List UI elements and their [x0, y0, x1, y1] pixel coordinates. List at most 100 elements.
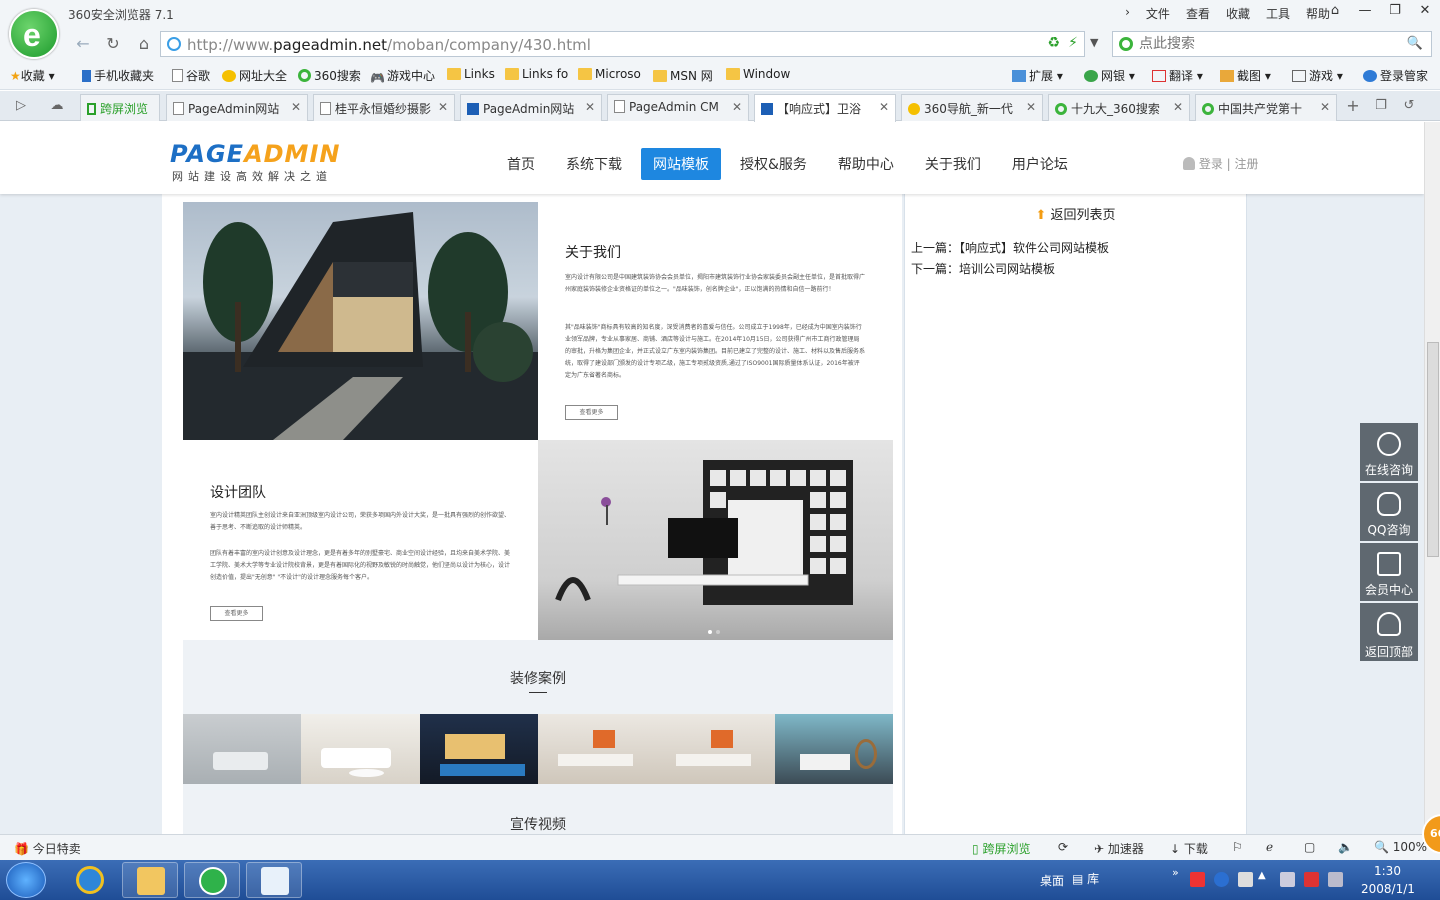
member-center-button[interactable]: 会员中心 — [1360, 543, 1418, 601]
tab-360-nav[interactable]: 360导航_新一代 ✕ — [901, 94, 1043, 121]
skin-icon[interactable]: ⌂ — [1320, 0, 1350, 22]
bookmark-links[interactable]: Links — [447, 67, 495, 81]
ie-mode-icon[interactable]: ⟳ — [1058, 840, 1068, 854]
tab-360-search[interactable]: 十九大_360搜索 ✕ — [1048, 94, 1190, 121]
network-icon[interactable] — [1304, 872, 1319, 887]
previous-post-link[interactable]: 上一篇：【响应式】软件公司网站模板 — [911, 239, 1109, 256]
tab-close-icon[interactable]: ✕ — [1173, 100, 1183, 114]
nav-templates[interactable]: 网站模板 — [641, 148, 721, 180]
sogou-icon[interactable] — [1190, 872, 1205, 887]
site-logo[interactable]: PAGEADMIN — [170, 140, 340, 168]
nav-about[interactable]: 关于我们 — [913, 148, 993, 180]
chevron-down-icon[interactable]: ▼ — [1090, 36, 1098, 49]
zoom-level[interactable]: 🔍 100% — [1374, 840, 1427, 854]
help-icon[interactable] — [1214, 872, 1229, 887]
cloud-icon[interactable]: ☁ — [46, 95, 68, 117]
bookmark-favorites[interactable]: ★收藏 ▾ — [10, 67, 55, 84]
new-tab-icon[interactable]: + — [1342, 95, 1364, 117]
back-to-top-button[interactable]: 返回顶部 — [1360, 603, 1418, 661]
menu-favorites[interactable]: 收藏 — [1226, 5, 1250, 22]
tab-close-icon[interactable]: ✕ — [1320, 100, 1330, 114]
tab-pageadmin-cms[interactable]: PageAdmin CM ✕ — [607, 94, 749, 121]
taskbar-feather-app[interactable] — [246, 862, 302, 898]
daily-deals-link[interactable]: 🎁 今日特卖 — [14, 840, 81, 857]
tray-library[interactable]: ▤ 库 — [1072, 870, 1099, 887]
bookmark-links-fo[interactable]: Links fo — [505, 67, 568, 81]
bookmark-hao[interactable]: 网址大全 — [222, 67, 287, 84]
tab-pageadmin-2[interactable]: PageAdmin网站 ✕ — [460, 94, 602, 121]
scrollbar-thumb[interactable] — [1427, 342, 1439, 557]
menu-view[interactable]: 查看 — [1186, 5, 1210, 22]
tab-cpc[interactable]: 中国共产党第十 ✕ — [1195, 94, 1337, 121]
bookmark-google[interactable]: 谷歌 — [172, 67, 210, 84]
ie-icon[interactable]: ℯ — [1266, 840, 1273, 854]
cross-screen-status[interactable]: ▯ 跨屏浏览 — [972, 840, 1030, 857]
magnifier-icon[interactable]: 🔍 — [1407, 36, 1423, 51]
flag-tray-icon[interactable] — [1280, 872, 1295, 887]
lightning-icon[interactable]: ⚡ — [1068, 35, 1078, 51]
tab-pageadmin-1[interactable]: PageAdmin网站 ✕ — [166, 94, 308, 121]
address-bar[interactable]: http://www.pageadmin.net/moban/company/4… — [160, 31, 1085, 57]
flag-icon[interactable]: ⚐ — [1232, 840, 1243, 854]
maximize-icon[interactable]: ❐ — [1380, 0, 1410, 22]
clock-time[interactable]: 1:30 — [1374, 864, 1401, 878]
tab-close-icon[interactable]: ✕ — [879, 100, 889, 114]
menu-arrow-icon[interactable]: › — [1125, 5, 1130, 22]
toolbar-screenshot[interactable]: 截图 ▾ — [1220, 67, 1271, 84]
nav-license[interactable]: 授权&服务 — [728, 148, 819, 180]
nav-download[interactable]: 系统下载 — [554, 148, 634, 180]
refresh-icon[interactable]: ↻ — [102, 33, 124, 55]
vertical-scrollbar[interactable] — [1424, 122, 1440, 834]
bookmark-window[interactable]: Window — [726, 67, 790, 81]
taskbar-explorer[interactable] — [122, 862, 178, 898]
bookmark-game-center[interactable]: 🎮 游戏中心 — [370, 67, 435, 85]
toolbar-login-manager[interactable]: 登录管家 — [1363, 67, 1428, 84]
qq-consult-button[interactable]: QQ咨询 — [1360, 483, 1418, 541]
search-input[interactable] — [1139, 35, 1399, 53]
tab-close-icon[interactable]: ✕ — [585, 100, 595, 114]
clock-date[interactable]: 2008/1/1 — [1361, 882, 1415, 896]
bookmark-mobile[interactable]: 手机收藏夹 — [82, 67, 154, 84]
nav-forum[interactable]: 用户论坛 — [1000, 148, 1080, 180]
menu-file[interactable]: 文件 — [1146, 5, 1170, 22]
volume-muted-icon[interactable] — [1328, 872, 1343, 887]
tab-responsive-bathroom[interactable]: 【响应式】卫浴 ✕ — [754, 94, 896, 122]
back-to-list-link[interactable]: ⬆ 返回列表页 — [905, 204, 1246, 223]
tab-cross-screen[interactable]: 跨屏浏览 — [80, 94, 160, 121]
tray-desktop[interactable]: 桌面 — [1040, 872, 1064, 889]
url-text[interactable]: http://www.pageadmin.net/moban/company/4… — [187, 36, 591, 54]
register-link[interactable]: 注册 — [1235, 157, 1259, 171]
bookmark-360-search[interactable]: 360搜索 — [298, 67, 361, 84]
minimize-icon[interactable]: — — [1350, 0, 1380, 22]
tray-up-icon[interactable]: ▲ — [1258, 870, 1266, 881]
toolbar-games[interactable]: 游戏 ▾ — [1292, 67, 1343, 84]
tray-expand-icon[interactable]: » — [1172, 866, 1179, 879]
taskbar-ie[interactable] — [62, 862, 118, 898]
sidebar-toggle-icon[interactable]: ▷ — [10, 95, 32, 117]
close-icon[interactable]: ✕ — [1410, 0, 1440, 22]
login-link[interactable]: 登录 — [1199, 157, 1223, 171]
browser-logo-icon[interactable]: e — [9, 9, 59, 59]
menu-tools[interactable]: 工具 — [1266, 5, 1290, 22]
taskbar-360-browser[interactable] — [184, 862, 240, 898]
tab-list-icon[interactable]: ❐ — [1370, 95, 1392, 117]
toolbar-translate[interactable]: 翻译 ▾ — [1152, 67, 1203, 84]
window-icon[interactable]: ▢ — [1304, 840, 1315, 854]
download-button[interactable]: ↓ 下载 — [1170, 840, 1208, 857]
tab-close-icon[interactable]: ✕ — [438, 100, 448, 114]
speaker-icon[interactable]: 🔈 — [1338, 840, 1353, 854]
tab-close-icon[interactable]: ✕ — [291, 100, 301, 114]
online-consult-button[interactable]: 在线咨询 — [1360, 423, 1418, 481]
bookmark-microso[interactable]: Microso — [578, 67, 641, 81]
back-arrow-icon[interactable]: ← — [72, 33, 94, 55]
tab-close-icon[interactable]: ✕ — [732, 100, 742, 114]
tab-close-icon[interactable]: ✕ — [1026, 100, 1036, 114]
tab-wedding[interactable]: 桂平永恒婚纱摄影 ✕ — [313, 94, 455, 121]
page-viewport[interactable]: PAGEADMIN 网站建设高效解决之道 首页 系统下载 网站模板 授权&服务 … — [0, 122, 1424, 834]
toolbar-extensions[interactable]: 扩展 ▾ — [1012, 67, 1063, 84]
bookmark-msn[interactable]: MSN 网 — [653, 67, 713, 84]
next-post-link[interactable]: 下一篇：培训公司网站模板 — [911, 260, 1055, 277]
home-icon[interactable]: ⌂ — [133, 33, 155, 55]
undo-close-icon[interactable]: ↺ — [1398, 95, 1420, 117]
recycle-icon[interactable]: ♻ — [1047, 35, 1060, 51]
